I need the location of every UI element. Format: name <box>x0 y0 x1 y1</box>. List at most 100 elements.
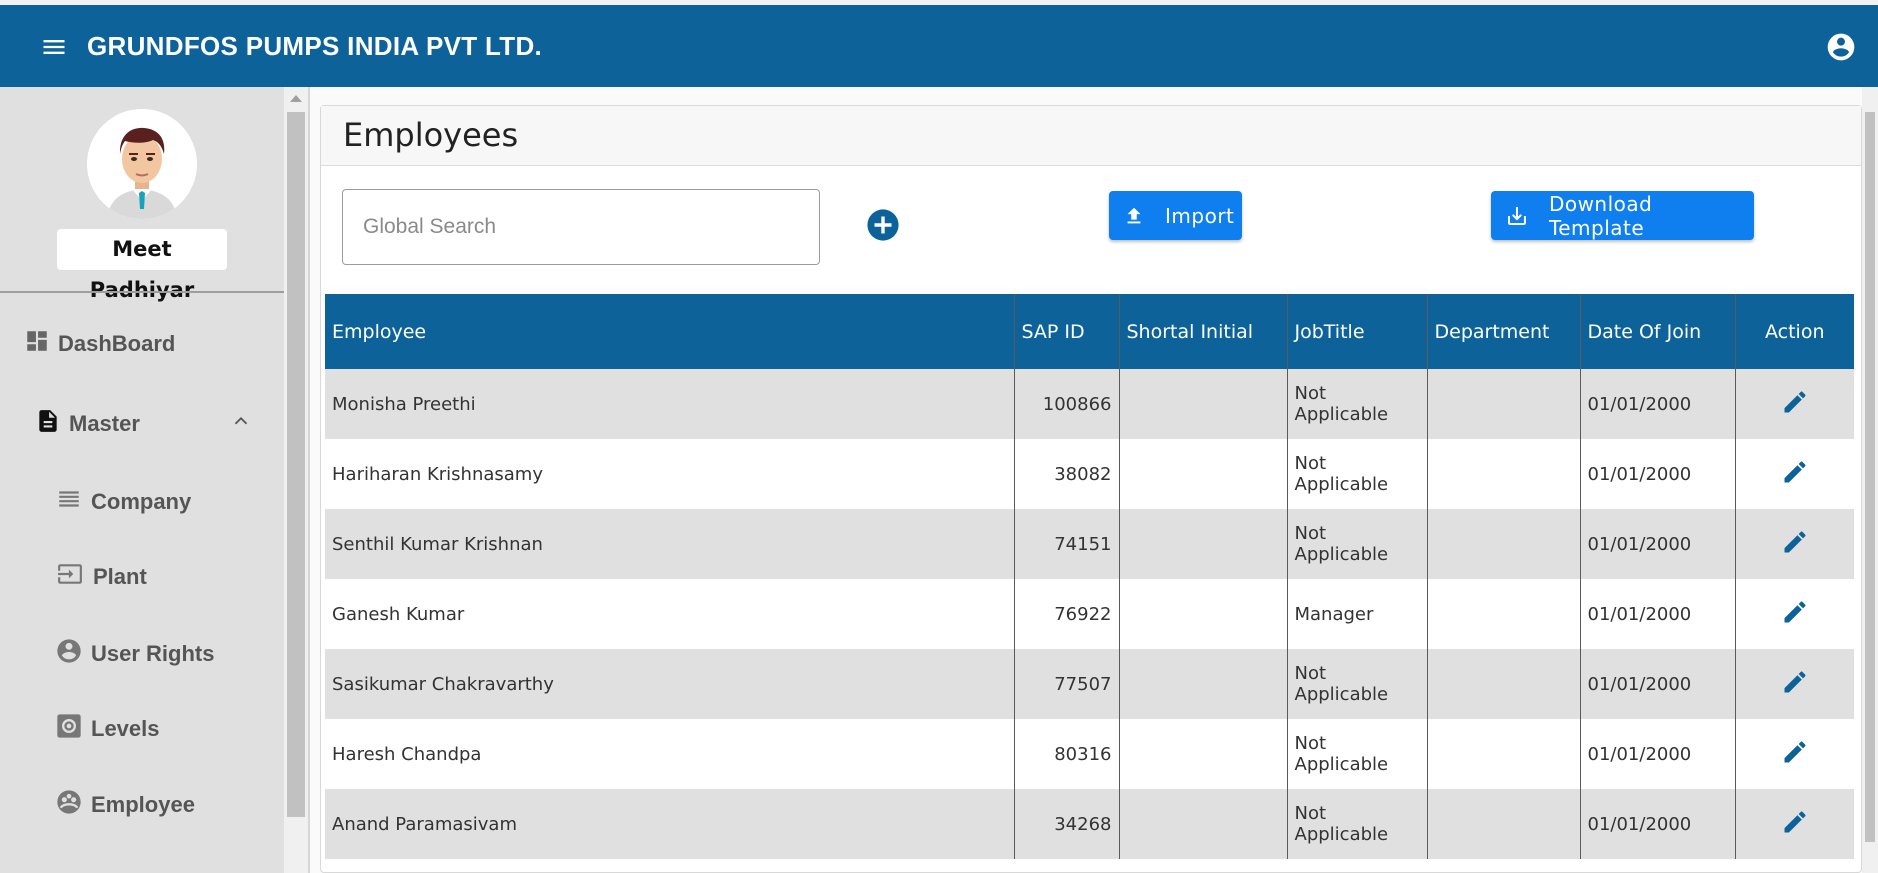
cell-employee: Monisha Preethi <box>325 369 1015 439</box>
sidebar-item-label: Employee <box>91 792 195 817</box>
cell-job-title: Not Applicable <box>1287 439 1428 509</box>
cell-sap-id: 76922 <box>1014 579 1120 649</box>
scroll-up-arrow-icon[interactable] <box>290 95 302 102</box>
cell-action <box>1735 369 1854 439</box>
import-button-label: Import <box>1165 203 1235 228</box>
sidebar-item-label: DashBoard <box>58 331 176 356</box>
sidebar-item-dashboard[interactable]: DashBoard <box>24 328 175 360</box>
cell-employee: Sasikumar Chakravarthy <box>325 649 1015 719</box>
cell-short-initial <box>1119 649 1288 719</box>
global-search-field[interactable] <box>342 189 820 265</box>
app-title: GRUNDFOS PUMPS INDIA PVT LTD. <box>87 31 543 61</box>
table-header-row: Employee SAP ID Shortal Initial JobTitle… <box>325 294 1854 369</box>
cell-sap-id: 80316 <box>1014 719 1120 789</box>
list-icon <box>55 486 91 518</box>
cell-employee: Senthil Kumar Krishnan <box>325 509 1015 579</box>
sidebar-item-company[interactable]: Company <box>55 486 191 518</box>
user-circle-icon <box>55 637 91 671</box>
cell-job-title: Manager <box>1287 579 1428 649</box>
cell-job-title: Not Applicable <box>1287 509 1428 579</box>
sidebar-item-label: Plant <box>93 564 147 589</box>
cell-employee: Hariharan Krishnasamy <box>325 439 1015 509</box>
column-header-department[interactable]: Department <box>1427 294 1581 369</box>
cell-department <box>1427 719 1581 789</box>
edit-icon[interactable] <box>1781 390 1809 421</box>
cell-sap-id: 77507 <box>1014 649 1120 719</box>
cell-sap-id: 100866 <box>1014 369 1120 439</box>
avatar[interactable] <box>87 109 197 219</box>
app-bar: GRUNDFOS PUMPS INDIA PVT LTD. <box>0 5 1878 87</box>
table-row[interactable]: Senthil Kumar Krishnan 74151 Not Applicabl… <box>325 509 1854 579</box>
sidebar-item-master[interactable]: Master <box>35 407 260 441</box>
column-header-employee[interactable]: Employee <box>325 294 1015 369</box>
sidebar-item-label: Company <box>91 489 192 514</box>
cell-sap-id: 38082 <box>1014 439 1120 509</box>
sidebar-item-plant[interactable]: Plant <box>55 561 147 593</box>
user-name-label: Meet Padhiyar <box>57 229 227 302</box>
cell-department <box>1427 439 1581 509</box>
dashboard-icon <box>24 328 58 360</box>
cell-date-of-join: 01/01/2000 <box>1580 789 1736 859</box>
cell-sap-id: 34268 <box>1014 789 1120 859</box>
edit-icon[interactable] <box>1781 600 1809 631</box>
sidebar-item-employee[interactable]: Employee <box>55 788 195 822</box>
table-row[interactable]: Ganesh Kumar 76922 Manager 01/01/2000 <box>325 579 1854 649</box>
scrollbar-thumb[interactable] <box>287 112 305 817</box>
download-icon <box>1507 206 1526 225</box>
chevron-up-icon[interactable] <box>230 410 260 438</box>
sidebar-divider <box>0 291 284 293</box>
cell-date-of-join: 01/01/2000 <box>1580 579 1736 649</box>
cell-action <box>1735 579 1854 649</box>
table-row[interactable]: Monisha Preethi 100866 Not Applicable 01/01… <box>325 369 1854 439</box>
input-icon <box>55 561 93 593</box>
sidebar-item-levels[interactable]: Levels <box>55 712 160 746</box>
page-title: Employees <box>343 116 519 154</box>
cell-department <box>1427 649 1581 719</box>
content-scrollbar[interactable] <box>1862 87 1878 873</box>
table-row[interactable]: Sasikumar Chakravarthy 77507 Not Applicabl… <box>325 649 1854 719</box>
cell-job-title: Not Applicable <box>1287 719 1428 789</box>
cell-action <box>1735 649 1854 719</box>
edit-icon[interactable] <box>1781 670 1809 701</box>
account-circle-icon[interactable] <box>1825 31 1857 63</box>
table-row[interactable]: Anand Paramasivam 34268 Not Applicable 01/0… <box>325 789 1854 859</box>
employees-table: Employee SAP ID Shortal Initial JobTitle… <box>325 294 1854 859</box>
column-header-date-of-join[interactable]: Date Of Join <box>1580 294 1736 369</box>
column-header-job-title[interactable]: JobTitle <box>1287 294 1428 369</box>
table-row[interactable]: Haresh Chandpa 80316 Not Applicable 01/01/2… <box>325 719 1854 789</box>
cell-short-initial <box>1119 369 1288 439</box>
card-header: Employees <box>321 106 1861 166</box>
sidebar-scrollbar[interactable] <box>284 87 308 873</box>
cell-employee: Anand Paramasivam <box>325 789 1015 859</box>
download-template-label: Download Template <box>1548 191 1653 240</box>
cell-short-initial <box>1119 579 1288 649</box>
sidebar: Meet Padhiyar DashBoard Master Company P… <box>0 87 284 873</box>
scrollbar-thumb[interactable] <box>1865 112 1875 842</box>
cell-short-initial <box>1119 439 1288 509</box>
document-icon <box>35 407 69 441</box>
add-employee-button[interactable] <box>866 208 900 242</box>
sidebar-item-user-rights[interactable]: User Rights <box>55 637 214 671</box>
group-icon <box>55 788 91 822</box>
hamburger-menu-icon[interactable] <box>40 33 68 61</box>
cell-date-of-join: 01/01/2000 <box>1580 369 1736 439</box>
cell-date-of-join: 01/01/2000 <box>1580 509 1736 579</box>
cell-date-of-join: 01/01/2000 <box>1580 649 1736 719</box>
search-input[interactable] <box>363 210 803 244</box>
cell-employee: Ganesh Kumar <box>325 579 1015 649</box>
column-header-short-initial[interactable]: Shortal Initial <box>1119 294 1288 369</box>
table-row[interactable]: Hariharan Krishnasamy 38082 Not Applicable… <box>325 439 1854 509</box>
cell-job-title: Not Applicable <box>1287 649 1428 719</box>
edit-icon[interactable] <box>1781 740 1809 771</box>
column-header-sap-id[interactable]: SAP ID <box>1014 294 1120 369</box>
settings-box-icon <box>55 712 91 746</box>
cell-sap-id: 74151 <box>1014 509 1120 579</box>
edit-icon[interactable] <box>1781 810 1809 841</box>
download-template-button[interactable]: Download Template <box>1491 191 1754 240</box>
edit-icon[interactable] <box>1781 530 1809 561</box>
cell-action <box>1735 509 1854 579</box>
edit-icon[interactable] <box>1781 460 1809 491</box>
import-button[interactable]: Import <box>1109 191 1242 240</box>
cell-action <box>1735 789 1854 859</box>
sidebar-item-label: Levels <box>91 716 160 741</box>
